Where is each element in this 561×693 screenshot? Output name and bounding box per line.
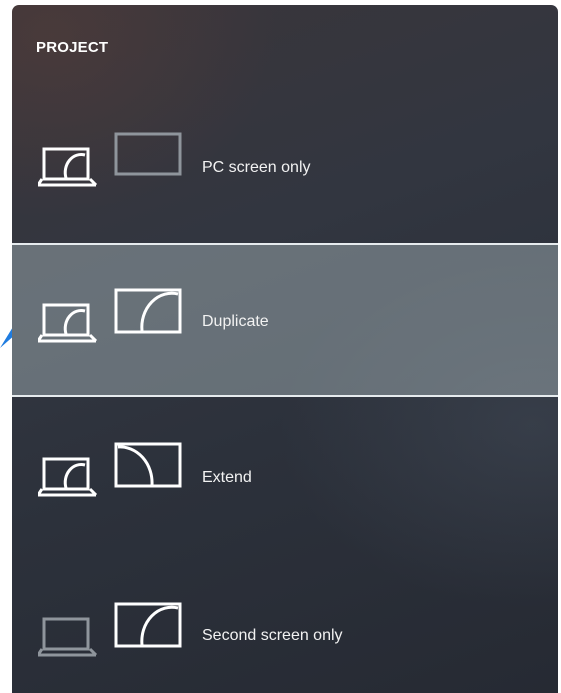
extend-icon bbox=[38, 442, 182, 497]
option-label: Duplicate bbox=[202, 313, 269, 330]
option-pc-screen-only[interactable]: PC screen only bbox=[12, 91, 558, 245]
option-duplicate[interactable]: Duplicate bbox=[12, 243, 558, 397]
second-screen-only-icon bbox=[38, 602, 182, 657]
option-label: Second screen only bbox=[202, 627, 343, 644]
option-second-screen-only[interactable]: Second screen only bbox=[12, 559, 558, 693]
panel-title: PROJECT bbox=[36, 39, 109, 56]
project-panel: PROJECT PC screen only Duplicate Extend … bbox=[12, 5, 558, 693]
option-label: Extend bbox=[202, 469, 252, 486]
option-label: PC screen only bbox=[202, 159, 311, 176]
option-extend[interactable]: Extend bbox=[12, 401, 558, 555]
duplicate-icon bbox=[38, 288, 182, 343]
pc-screen-only-icon bbox=[38, 132, 182, 187]
